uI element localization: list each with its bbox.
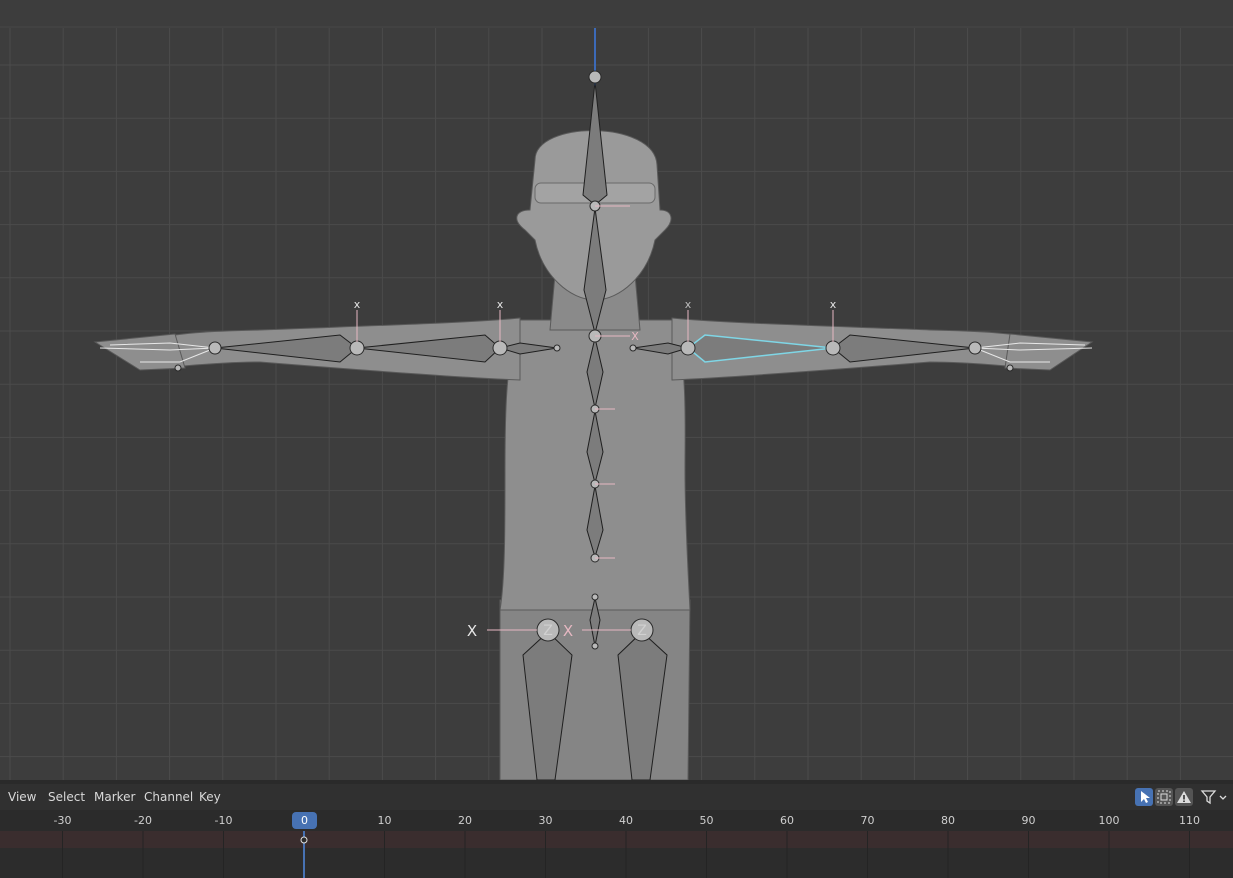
show-hidden-toggle[interactable] <box>1155 788 1173 806</box>
track-grid <box>62 831 1190 878</box>
frame-tick-label: 110 <box>1179 814 1200 827</box>
frame-tick-label: -10 <box>214 814 233 827</box>
frame-tick-label: 90 <box>1021 814 1036 827</box>
bone-x-label: x <box>685 298 692 311</box>
frame-tick-label: 10 <box>377 814 392 827</box>
frame-tick-label: 60 <box>780 814 794 827</box>
chevron-down-icon <box>1219 795 1227 800</box>
bone-x-label: x <box>830 298 837 311</box>
current-frame-indicator[interactable]: 0 <box>292 812 317 829</box>
keyframe-marker <box>300 836 308 844</box>
neck-x-label: X <box>631 330 639 343</box>
only-selected-toggle[interactable] <box>1135 788 1153 806</box>
3d-viewport[interactable]: x x x x X X Z Z X <box>0 0 1233 780</box>
dopesheet-tracks[interactable] <box>0 831 1233 878</box>
menu-channel[interactable]: Channel <box>144 790 193 804</box>
menu-marker[interactable]: Marker <box>94 790 135 804</box>
bone-x-label: x <box>497 298 504 311</box>
dashed-box-icon <box>1157 790 1171 804</box>
frame-tick-label: 30 <box>538 814 553 827</box>
bone-x-label: x <box>354 298 361 311</box>
filters-dropdown[interactable] <box>1199 788 1229 806</box>
frame-tick-label: -30 <box>53 814 72 827</box>
only-errors-toggle[interactable] <box>1175 788 1193 806</box>
warning-icon <box>1177 791 1191 803</box>
cursor-arrow-icon <box>1141 791 1150 803</box>
frame-tick-label: -20 <box>134 814 152 827</box>
hip-x-center-label: X <box>563 622 573 640</box>
frame-tick-label: 40 <box>619 814 633 827</box>
hip-x-label: X <box>467 622 477 640</box>
frame-tick-label: 100 <box>1098 814 1120 827</box>
hip-z-label-right: Z <box>637 623 647 639</box>
menu-key[interactable]: Key <box>199 790 221 804</box>
frame-tick-label: 20 <box>458 814 472 827</box>
frame-tick-label: 70 <box>860 814 875 827</box>
dopesheet-header: View Select Marker Channel Key <box>0 784 1233 810</box>
viewport-canvas: x x x x X X Z Z X <box>0 26 1233 780</box>
funnel-icon <box>1200 790 1227 805</box>
hip-z-label-left: Z <box>543 623 553 639</box>
frame-tick-label: 80 <box>941 814 955 827</box>
frame-ruler[interactable]: -30 -20 -10 10 20 30 40 50 60 70 80 90 100 110 <box>0 810 1233 831</box>
frame-tick-label: 50 <box>699 814 714 827</box>
menu-select[interactable]: Select <box>48 790 85 804</box>
menu-view[interactable]: View <box>8 790 36 804</box>
